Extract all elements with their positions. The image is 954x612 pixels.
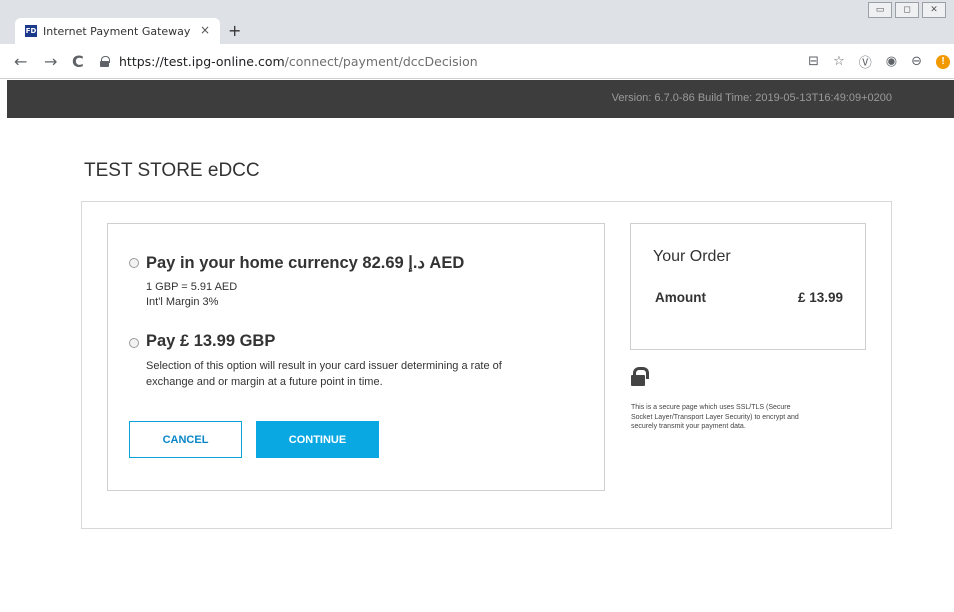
favicon-icon: FD (25, 25, 37, 37)
update-alert-icon[interactable]: ! (936, 54, 950, 69)
url-host: https://test.ipg-online.com (119, 53, 285, 69)
maximize-icon[interactable]: ◻ (895, 2, 919, 18)
url-path: /connect/payment/dccDecision (284, 53, 478, 69)
security-line2: Socket Layer/Transport Layer Security) t… (631, 413, 799, 421)
order-title: Your Order (653, 248, 731, 265)
address-bar[interactable]: https://test.ipg-online.com/connect/paym… (100, 50, 790, 72)
tab-title: Internet Payment Gateway (43, 24, 191, 38)
gbp-note-line1: Selection of this option will result in … (146, 360, 502, 372)
security-line1: This is a secure page which uses SSL/TLS… (631, 404, 791, 411)
gbp-note-line2: exchange and or margin at a future point… (146, 376, 383, 388)
gbp-option-title[interactable]: Pay £ 13.99 GBP (146, 332, 275, 351)
exchange-rate-text: 1 GBP = 5.91 AED (146, 281, 238, 293)
minimize-icon[interactable]: ▭ (868, 2, 892, 18)
profile-icon[interactable]: ⊖ (911, 54, 922, 69)
lock-icon (100, 55, 110, 67)
tab-close-icon[interactable]: × (200, 23, 210, 37)
security-line3: securely transmit your payment data. (631, 423, 746, 430)
bookmark-star-icon[interactable]: ☆ (833, 54, 845, 69)
gateway-header: Version: 6.7.0-86 Build Time: 2019-05-13… (7, 80, 954, 118)
cancel-button[interactable]: CANCEL (129, 421, 242, 458)
reader-mode-icon[interactable]: ⊟ (808, 54, 819, 69)
extension-v-icon[interactable]: Ⓥ (859, 52, 872, 71)
close-window-icon[interactable]: ✕ (922, 2, 946, 18)
order-summary: Your Order Amount £ 13.99 (630, 223, 866, 350)
home-currency-radio[interactable] (129, 258, 139, 268)
browser-tabstrip: FD Internet Payment Gateway × + ▭ ◻ ✕ (0, 0, 954, 44)
back-icon[interactable]: ← (14, 52, 27, 71)
browser-tab[interactable]: FD Internet Payment Gateway × (15, 18, 220, 44)
url-text: https://test.ipg-online.com/connect/paym… (119, 54, 478, 69)
extension-circle-icon[interactable]: ◉ (886, 54, 897, 69)
window-controls: ▭ ◻ ✕ (868, 2, 946, 18)
amount-label: Amount (655, 290, 706, 305)
forward-icon[interactable]: → (44, 52, 57, 71)
continue-button[interactable]: CONTINUE (256, 421, 379, 458)
toolbar-icons: ⊟ ☆ Ⓥ ◉ ⊖ ! (808, 52, 950, 71)
new-tab-icon[interactable]: + (228, 21, 241, 40)
reload-icon[interactable]: C (72, 52, 84, 71)
margin-text: Int'l Margin 3% (146, 296, 219, 308)
payment-card: Pay in your home currency 82.69 د.إ AED … (81, 201, 892, 529)
gbp-radio[interactable] (129, 338, 139, 348)
security-notice: This is a secure page which uses SSL/TLS… (631, 403, 861, 432)
page-body: TEST STORE eDCC Pay in your home currenc… (7, 118, 954, 612)
padlock-icon (631, 367, 649, 387)
browser-toolbar: ← → C https://test.ipg-online.com/connec… (0, 44, 954, 79)
amount-value: £ 13.99 (797, 290, 843, 305)
home-currency-option-title[interactable]: Pay in your home currency 82.69 د.إ AED (146, 253, 464, 273)
currency-choice-panel: Pay in your home currency 82.69 د.إ AED … (107, 223, 605, 491)
store-title: TEST STORE eDCC (84, 160, 260, 181)
version-info: Version: 6.7.0-86 Build Time: 2019-05-13… (611, 92, 892, 104)
